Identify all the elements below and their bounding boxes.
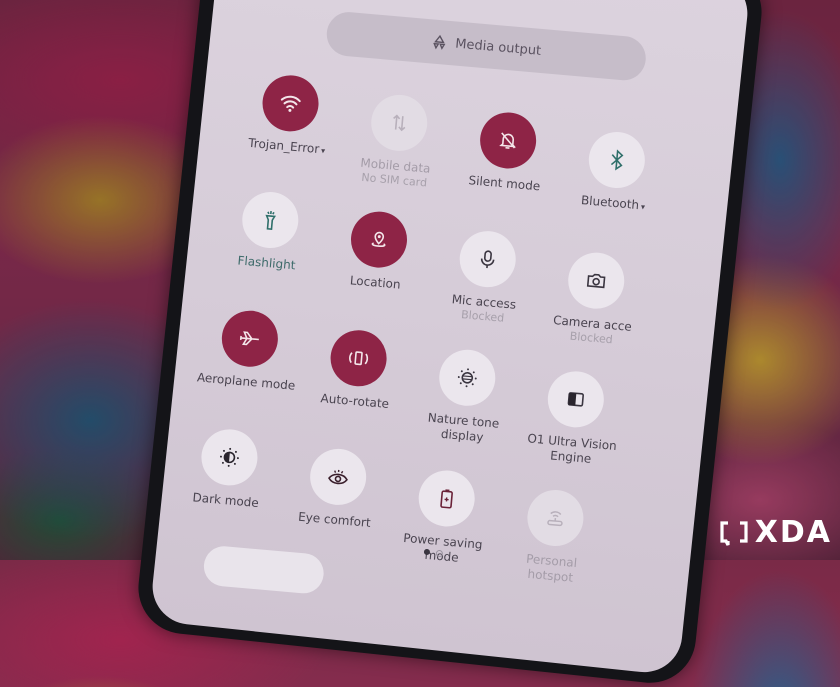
quick-settings-panel: Media output Trojan_Error▾ Mobile data N…	[148, 0, 752, 676]
tile-bluetooth-label: Bluetooth	[580, 193, 640, 213]
nature-tone-icon	[454, 365, 480, 391]
tile-mic-access[interactable]: Mic access Blocked	[432, 227, 540, 328]
tile-auto-rotate[interactable]: Auto-rotate	[304, 326, 411, 413]
media-output-label: Media output	[454, 36, 542, 59]
tile-power-saving-label: Power saving mode	[402, 530, 484, 565]
vision-engine-icon	[563, 387, 589, 411]
tile-wifi[interactable]: Trojan_Error▾	[236, 71, 343, 159]
bluetooth-icon	[606, 148, 628, 172]
microphone-icon	[477, 247, 499, 271]
tile-personal-hotspot[interactable]: Personal hotspot	[500, 486, 608, 588]
hotspot-icon	[542, 506, 568, 530]
camera-icon	[584, 270, 608, 292]
tile-location-label: Location	[349, 273, 402, 292]
location-icon	[367, 228, 391, 252]
tile-o1-ultra-vision-label: O1 Ultra Vision Engine	[526, 431, 618, 466]
tile-nature-tone[interactable]: Nature tone display	[412, 346, 520, 448]
tile-mobile-data[interactable]: Mobile data No SIM card	[344, 91, 452, 192]
tile-dark-mode-label: Dark mode	[192, 490, 260, 511]
chevron-down-icon[interactable]: ▾	[321, 146, 326, 155]
tile-aeroplane-mode[interactable]: Aeroplane mode	[196, 306, 303, 393]
battery-icon	[436, 486, 458, 512]
tile-flashlight-label: Flashlight	[237, 253, 297, 273]
tile-nature-tone-label: Nature tone display	[427, 410, 500, 445]
tile-silent-mode[interactable]: Silent mode	[454, 108, 561, 195]
tile-dark-mode[interactable]: Dark mode	[175, 425, 282, 512]
tile-bluetooth[interactable]: Bluetooth▾	[562, 128, 669, 216]
eye-icon	[325, 465, 351, 489]
xda-logo-icon	[719, 520, 749, 546]
tile-silent-mode-label: Silent mode	[467, 173, 541, 194]
bell-off-icon	[496, 129, 520, 153]
tile-eye-comfort-label: Eye comfort	[297, 509, 372, 530]
tile-personal-hotspot-label: Personal hotspot	[525, 551, 578, 585]
dark-mode-icon	[216, 444, 242, 470]
page-dot-1[interactable]	[423, 548, 431, 556]
page-dot-2[interactable]	[435, 549, 444, 558]
tile-eye-comfort[interactable]: Eye comfort	[284, 445, 391, 532]
flashlight-icon	[258, 207, 282, 233]
tile-power-saving[interactable]: Power saving mode	[391, 466, 499, 568]
wifi-icon	[278, 90, 304, 116]
mobile-data-icon	[387, 111, 411, 135]
tile-wifi-label: Trojan_Error	[247, 135, 320, 156]
phone: Media output Trojan_Error▾ Mobile data N…	[133, 0, 767, 687]
tile-camera-access[interactable]: Camera acce Blocked	[541, 248, 649, 349]
media-output-icon	[431, 33, 448, 50]
tile-o1-ultra-vision[interactable]: O1 Ultra Vision Engine	[520, 367, 628, 469]
chevron-down-icon[interactable]: ▾	[641, 202, 646, 211]
brightness-slider[interactable]	[202, 544, 326, 595]
tile-location[interactable]: Location	[325, 207, 432, 294]
airplane-icon	[237, 327, 263, 351]
tile-flashlight[interactable]: Flashlight	[216, 188, 323, 275]
auto-rotate-icon	[346, 346, 372, 370]
xda-logo-text: XDA	[754, 515, 832, 550]
tile-auto-rotate-label: Auto-rotate	[320, 391, 390, 412]
xda-watermark: XDA	[719, 518, 832, 548]
tile-aeroplane-mode-label: Aeroplane mode	[196, 370, 296, 393]
media-output-button[interactable]: Media output	[324, 10, 648, 83]
